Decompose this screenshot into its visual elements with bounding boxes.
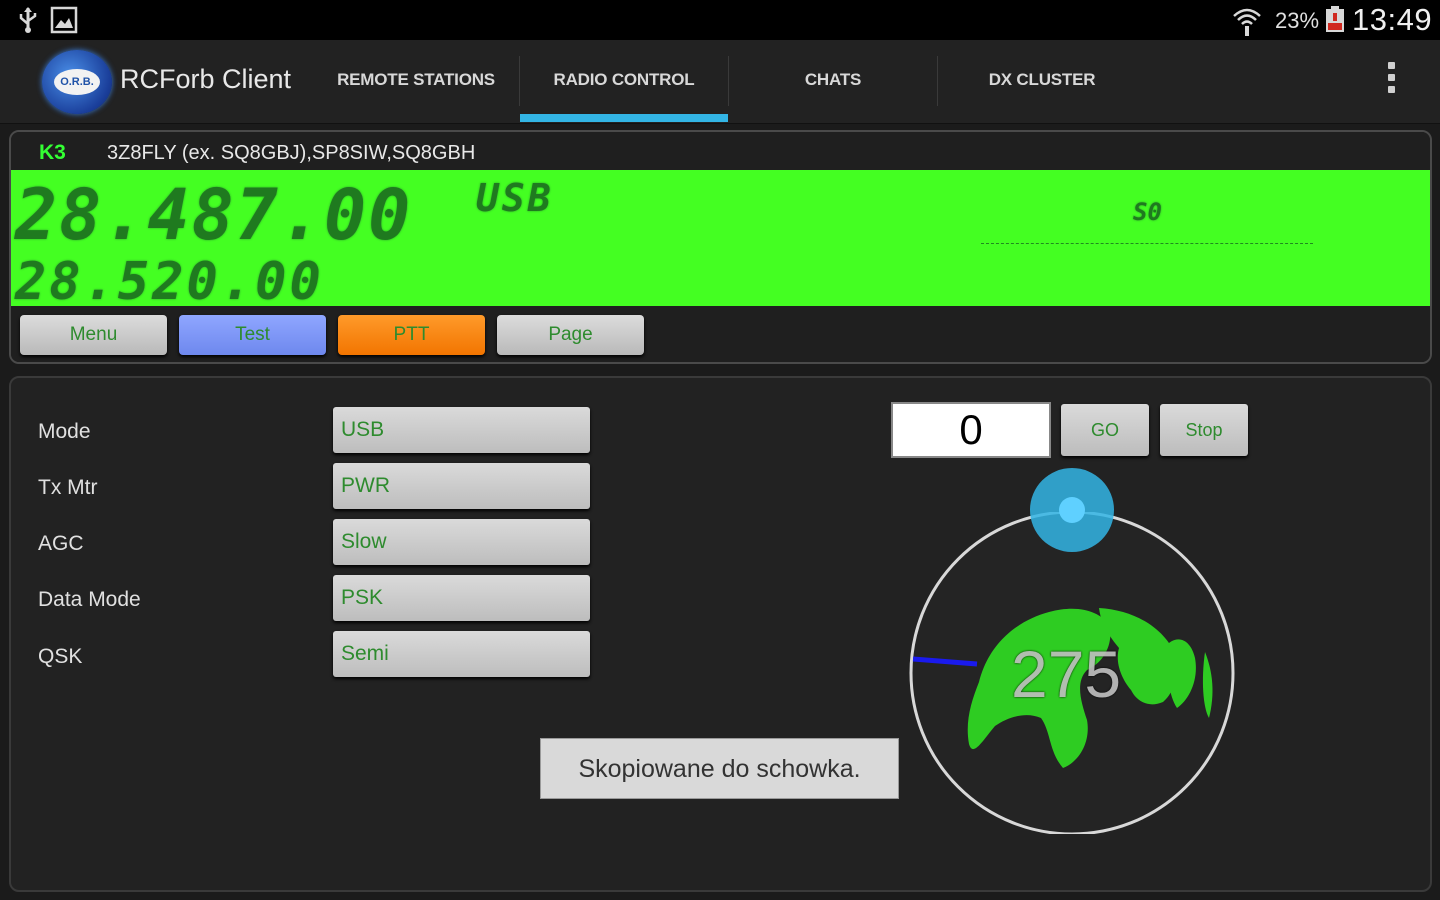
- logo-text: O.R.B.: [54, 69, 100, 95]
- qsk-select[interactable]: Semi: [333, 631, 590, 677]
- lcd-mode: USB: [476, 176, 554, 220]
- radio-button-row: Menu Test PTT Page: [11, 306, 1430, 362]
- tab-dx-cluster[interactable]: DX CLUSTER: [938, 40, 1146, 124]
- ptt-button[interactable]: PTT: [338, 315, 485, 355]
- action-bar: O.R.B. RCForb Client REMOTE STATIONS RAD…: [0, 40, 1440, 124]
- tab-remote-stations[interactable]: REMOTE STATIONS: [312, 40, 520, 124]
- menu-button[interactable]: Menu: [20, 315, 167, 355]
- dial-drag-handle[interactable]: [1029, 467, 1115, 553]
- page-button[interactable]: Page: [497, 315, 644, 355]
- vfo-a-frequency[interactable]: 28.487.00: [15, 174, 412, 256]
- status-bar: 23% 13:49: [0, 0, 1440, 40]
- clock: 13:49: [1352, 2, 1433, 37]
- tab-chats[interactable]: CHATS: [729, 40, 937, 124]
- battery-percent: 23%: [1275, 8, 1320, 33]
- tx-mtr-select[interactable]: PWR: [333, 463, 590, 509]
- battery-icon: [1326, 6, 1344, 32]
- toast-message: Skopiowane do schowka.: [540, 738, 899, 799]
- rotator-heading-input[interactable]: 0: [891, 402, 1051, 458]
- agc-label: AGC: [38, 532, 84, 555]
- s-meter-label: S0: [1133, 198, 1162, 226]
- gallery-icon: [50, 6, 78, 34]
- usb-icon: [19, 7, 37, 33]
- s-meter-scale: [981, 238, 1313, 244]
- vfo-b-frequency[interactable]: 28.520.00: [15, 252, 324, 312]
- tx-mtr-label: Tx Mtr: [38, 476, 98, 499]
- data-mode-select[interactable]: PSK: [333, 575, 590, 621]
- mode-select[interactable]: USB: [333, 407, 590, 453]
- radio-lcd-display: 28.487.00 28.520.00 USB S0: [11, 170, 1430, 312]
- station-header: K3 3Z8FLY (ex. SQ8GBJ),SP8SIW,SQ8GBH: [11, 132, 1430, 170]
- agc-select[interactable]: Slow: [333, 519, 590, 565]
- station-name: 3Z8FLY (ex. SQ8GBJ),SP8SIW,SQ8GBH: [107, 142, 476, 164]
- app-logo[interactable]: O.R.B.: [42, 50, 112, 114]
- selected-tab-indicator: [520, 114, 728, 122]
- test-button[interactable]: Test: [179, 315, 326, 355]
- qsk-label: QSK: [38, 645, 83, 668]
- radio-panel: K3 3Z8FLY (ex. SQ8GBJ),SP8SIW,SQ8GBH 28.…: [9, 130, 1432, 364]
- overflow-menu-icon[interactable]: [1383, 62, 1399, 102]
- data-mode-label: Data Mode: [38, 588, 141, 611]
- tab-radio-control[interactable]: RADIO CONTROL: [520, 40, 728, 124]
- stop-button[interactable]: Stop: [1160, 404, 1248, 456]
- bearing-value: 275: [1011, 637, 1122, 711]
- go-button[interactable]: GO: [1061, 404, 1149, 456]
- app-title: RCForb Client: [120, 64, 292, 94]
- wifi-icon: [1233, 8, 1261, 36]
- settings-panel: Mode USB Tx Mtr PWR AGC Slow Data Mode P…: [9, 376, 1432, 892]
- radio-model: K3: [39, 141, 66, 164]
- mode-label: Mode: [38, 420, 91, 443]
